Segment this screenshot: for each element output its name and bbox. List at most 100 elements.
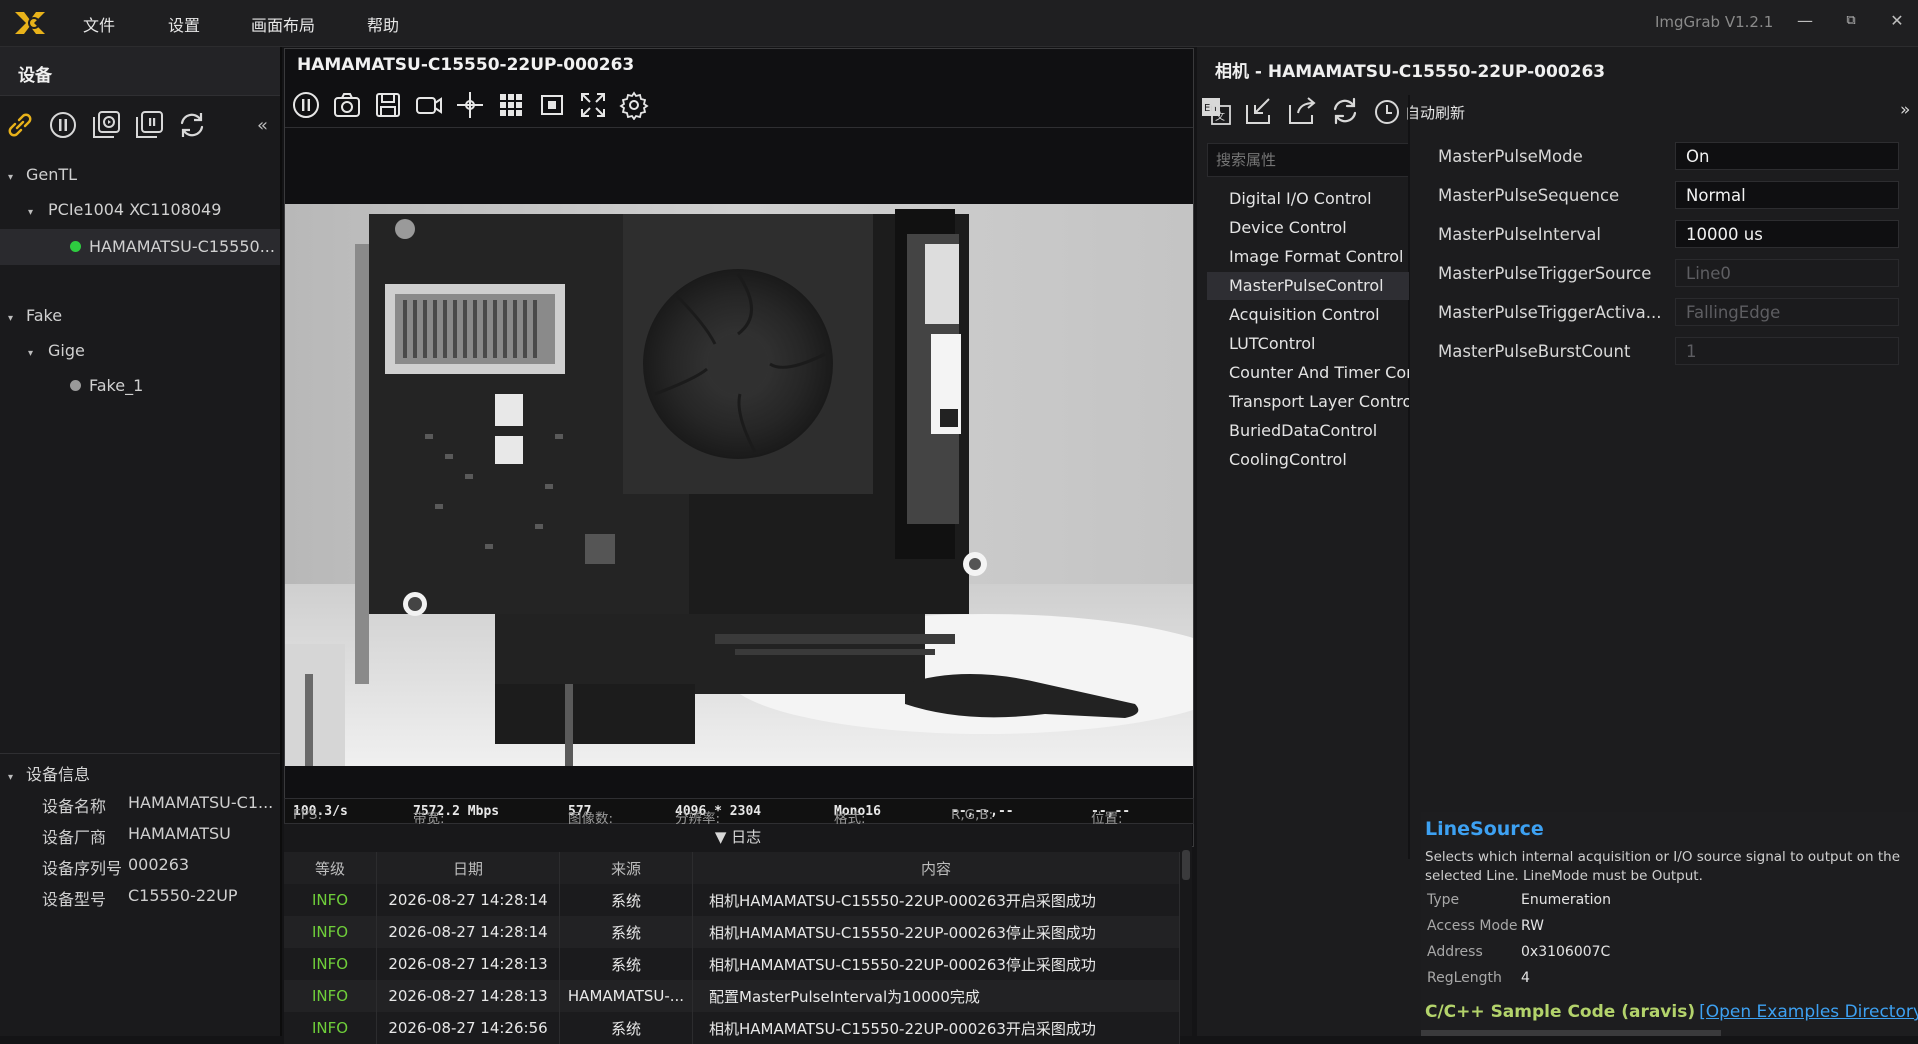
category-master-pulse[interactable]: MasterPulseControl: [1207, 272, 1409, 300]
col-level[interactable]: 等级: [284, 852, 377, 884]
app-logo: [15, 12, 45, 34]
connect-icon[interactable]: [4, 109, 36, 141]
col-date[interactable]: 日期: [376, 852, 560, 884]
field-key: Type: [1427, 892, 1460, 908]
camera-image[interactable]: [285, 204, 1193, 766]
save-icon[interactable]: [373, 90, 403, 120]
restore-icon[interactable]: ⧉: [1841, 13, 1861, 28]
log-panel: ▼ 日志 等级 日期 来源 内容 INFO 2026-08-27 14:28:14…: [284, 824, 1192, 1044]
field-value: Enumeration: [1521, 892, 1611, 908]
info-label-name: 设备名称: [42, 797, 107, 816]
clock-icon[interactable]: [1373, 98, 1401, 126]
prop-name: MasterPulseMode: [1438, 147, 1583, 166]
prop-value-burst-count: 1: [1675, 337, 1899, 365]
prop-value-master-pulse-mode[interactable]: On: [1675, 142, 1899, 170]
col-source[interactable]: 来源: [559, 852, 693, 884]
log-row[interactable]: INFO 2026-08-27 14:28:13 系统 相机HAMAMATSU-C15…: [284, 948, 1180, 980]
tree-node-gentl[interactable]: ▾ GenTL: [8, 159, 278, 191]
category-image-format[interactable]: Image Format Control: [1207, 243, 1409, 271]
category-transport-layer[interactable]: Transport Layer Control: [1207, 388, 1409, 416]
camera-panel-title: 相机 - HAMAMATSU-C15550-22UP-000263: [1215, 62, 1606, 82]
auto-refresh-label[interactable]: 自动刷新: [1405, 102, 1465, 123]
search-input[interactable]: [1208, 144, 1408, 176]
horizontal-scrollbar[interactable]: [1421, 1030, 1721, 1036]
info-value-serial: 000263: [128, 855, 190, 874]
log-date: 2026-08-27 14:28:14: [376, 884, 560, 916]
prop-name: MasterPulseSequence: [1438, 186, 1620, 205]
log-date: 2026-08-27 14:28:13: [376, 948, 560, 980]
divider: [285, 127, 1193, 128]
tree-node-fake[interactable]: ▾ Fake: [8, 300, 278, 332]
pause-icon[interactable]: [291, 90, 321, 120]
expand-panel-icon[interactable]: »: [1900, 100, 1910, 120]
start-stream-icon[interactable]: [90, 109, 122, 141]
frame-count-readout: 图像数: 577: [568, 804, 614, 827]
export-icon[interactable]: [1286, 95, 1318, 127]
log-row[interactable]: INFO 2026-08-27 14:28:14 系统 相机HAMAMATSU-C15…: [284, 916, 1180, 948]
category-acquisition[interactable]: Acquisition Control: [1207, 301, 1409, 329]
grid-icon[interactable]: [496, 90, 526, 120]
prop-value-master-pulse-sequence[interactable]: Normal: [1675, 181, 1899, 209]
tree-node-label: Gige: [48, 341, 85, 360]
device-panel-title: 设备: [18, 66, 52, 86]
open-examples-link[interactable]: [Open Examples Directory]: [1699, 1002, 1918, 1022]
image-viewer: HAMAMATSU-C15550-22UP-000263: [284, 48, 1194, 847]
log-level: INFO: [284, 1012, 377, 1044]
log-level: INFO: [284, 980, 377, 1012]
prop-name: MasterPulseTriggerSource: [1438, 264, 1652, 283]
device-info-title: 设备信息: [26, 765, 91, 784]
prop-name: MasterPulseBurstCount: [1438, 342, 1631, 361]
minimize-icon[interactable]: —: [1795, 11, 1815, 30]
category-counter-timer[interactable]: Counter And Timer Control: [1207, 359, 1409, 387]
sample-code-label: C/C++ Sample Code (aravis): [1425, 1002, 1696, 1022]
snapshot-icon[interactable]: [332, 90, 362, 120]
stop-stream-icon[interactable]: [133, 109, 165, 141]
log-row[interactable]: INFO 2026-08-27 14:26:56 系统 相机HAMAMATSU-C15…: [284, 1012, 1180, 1044]
menu-settings[interactable]: 设置: [168, 12, 200, 36]
import-icon[interactable]: [1243, 95, 1275, 127]
pause-all-icon[interactable]: [47, 109, 79, 141]
category-cooling[interactable]: CoolingControl: [1207, 446, 1409, 474]
tree-node-label: GenTL: [26, 165, 78, 184]
tree-node-gige[interactable]: ▾ Gige: [28, 335, 278, 367]
category-device-control[interactable]: Device Control: [1207, 214, 1409, 242]
field-key: Access Mode: [1427, 918, 1518, 934]
close-icon[interactable]: ✕: [1887, 11, 1907, 30]
log-header[interactable]: ▼ 日志: [284, 824, 1192, 850]
category-lut[interactable]: LUTControl: [1207, 330, 1409, 358]
menu-layout[interactable]: 画面布局: [251, 12, 315, 36]
tree-node-fake1[interactable]: Fake_1: [0, 370, 280, 402]
log-row[interactable]: INFO 2026-08-27 14:28:13 HAMAMATSU-... 配置Ma…: [284, 980, 1180, 1012]
refresh-icon[interactable]: [176, 109, 208, 141]
collapse-panel-icon[interactable]: «: [257, 115, 268, 136]
fullscreen-icon[interactable]: [578, 90, 608, 120]
menu-help[interactable]: 帮助: [367, 12, 399, 36]
log-source: HAMAMATSU-...: [559, 980, 693, 1012]
log-scrollbar[interactable]: [1182, 850, 1190, 880]
fps-readout: FPS: 100.3/s: [293, 804, 348, 823]
log-date: 2026-08-27 14:28:13: [376, 980, 560, 1012]
info-value-vendor: HAMAMATSU: [128, 824, 231, 843]
device-info-header[interactable]: ▾ 设备信息: [8, 761, 90, 785]
search-box[interactable]: [1207, 143, 1409, 177]
prop-name: MasterPulseTriggerActiva...: [1438, 303, 1662, 322]
log-content: 相机HAMAMATSU-C15550-22UP-000263停止采图成功: [692, 916, 1180, 948]
field-key: Address: [1427, 944, 1483, 960]
refresh-properties-icon[interactable]: [1329, 95, 1361, 127]
device-panel-header: 设备: [0, 47, 280, 96]
roi-icon[interactable]: [537, 90, 567, 120]
tree-node-pcie[interactable]: ▾ PCIe1004 XC1108049: [28, 194, 278, 226]
crosshair-icon[interactable]: [455, 90, 485, 120]
prop-value-master-pulse-interval[interactable]: 10000 us: [1675, 220, 1899, 248]
record-icon[interactable]: [414, 90, 444, 120]
tree-node-hamamatsu[interactable]: HAMAMATSU-C15550...: [0, 229, 280, 265]
settings-icon[interactable]: [619, 90, 649, 120]
col-content[interactable]: 内容: [692, 852, 1180, 884]
description-text: Selects which internal acquisition or I/…: [1425, 849, 1901, 884]
field-value: 0x3106007C: [1521, 944, 1611, 960]
category-buried-data[interactable]: BuriedDataControl: [1207, 417, 1409, 445]
log-row[interactable]: INFO 2026-08-27 14:28:14 系统 相机HAMAMATSU-C15…: [284, 884, 1180, 916]
translate-icon[interactable]: En文: [1200, 95, 1232, 127]
category-digital-io[interactable]: Digital I/O Control: [1207, 185, 1409, 213]
menu-file[interactable]: 文件: [83, 12, 115, 36]
